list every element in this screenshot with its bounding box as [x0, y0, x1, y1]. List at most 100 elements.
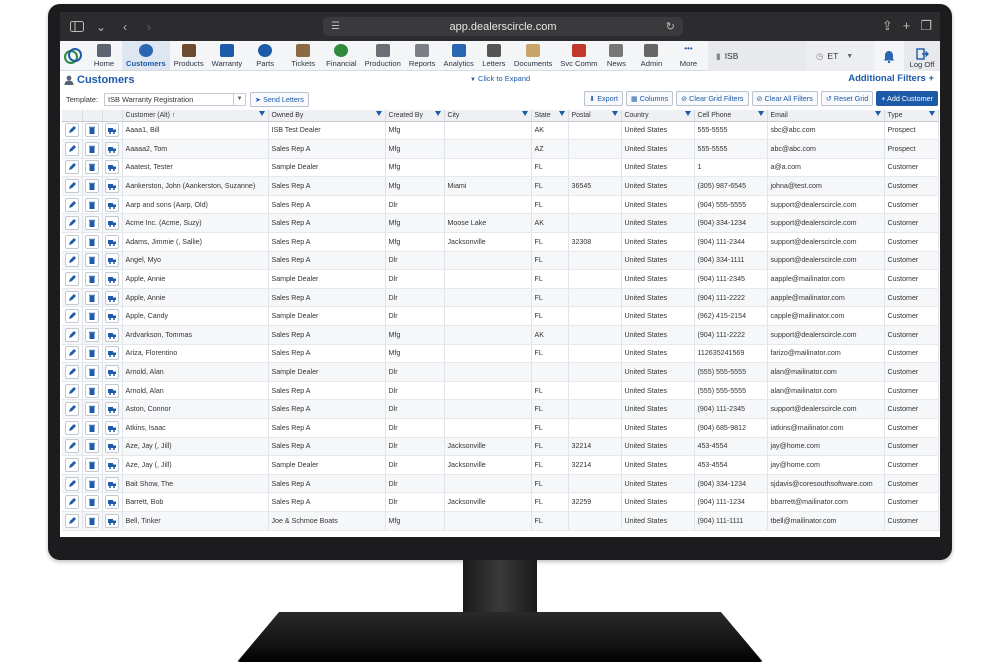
filter-icon[interactable]: [874, 111, 881, 116]
table-row[interactable]: Ariza, Florentino Sales Rep A Mfg FL United …: [62, 344, 939, 364]
edit-pencil-icon[interactable]: [64, 402, 79, 417]
delete-trash-icon[interactable]: [85, 290, 99, 305]
delete-trash-icon[interactable]: [85, 309, 99, 324]
delete-trash-icon[interactable]: [85, 234, 99, 249]
truck-icon[interactable]: [105, 476, 119, 491]
column-header[interactable]: Type: [884, 110, 939, 122]
table-row[interactable]: Arnold, Alan Sales Rep A Dlr FL United State…: [62, 381, 939, 401]
timezone-selector[interactable]: ◷ ET ▼: [806, 41, 874, 71]
truck-icon[interactable]: [105, 123, 119, 138]
add-customer-button[interactable]: + Add Customer: [876, 91, 938, 106]
table-row[interactable]: Apple, Annie Sample Dealer Dlr FL United Sta…: [62, 269, 939, 289]
back-icon[interactable]: ‹: [116, 18, 134, 36]
edit-pencil-icon[interactable]: [64, 309, 79, 324]
filter-icon[interactable]: [684, 111, 691, 116]
delete-trash-icon[interactable]: [85, 513, 99, 528]
truck-icon[interactable]: [105, 383, 119, 398]
template-select[interactable]: ISB Warranty Registration ▼: [104, 92, 247, 106]
edit-pencil-icon[interactable]: [64, 513, 79, 528]
edit-pencil-icon[interactable]: [64, 290, 79, 305]
truck-icon[interactable]: [105, 160, 119, 175]
column-header[interactable]: Country: [621, 110, 695, 122]
nav-item-warranty[interactable]: Warranty: [208, 41, 247, 70]
truck-icon[interactable]: [105, 290, 119, 305]
table-row[interactable]: Aaaaa2, Tom Sales Rep A Mfg AZ United States…: [62, 139, 939, 159]
delete-trash-icon[interactable]: [85, 179, 99, 194]
table-row[interactable]: Aarp and sons (Aarp, Old) Sales Rep A Dlr F…: [62, 195, 939, 215]
edit-pencil-icon[interactable]: [64, 160, 79, 175]
filter-icon[interactable]: [258, 111, 265, 116]
reset-grid-button[interactable]: ↺ Reset Grid: [820, 91, 874, 106]
org-selector[interactable]: ▮ ISB: [708, 41, 806, 71]
column-header[interactable]: Postal: [568, 110, 622, 122]
delete-trash-icon[interactable]: [85, 197, 99, 212]
filter-icon[interactable]: [558, 111, 565, 116]
truck-icon[interactable]: [105, 420, 119, 435]
table-row[interactable]: Arnold, Alan Sample Dealer Dlr United State…: [62, 362, 939, 382]
dealerscircle-logo-icon[interactable]: [60, 41, 86, 70]
truck-icon[interactable]: [105, 179, 119, 194]
truck-icon[interactable]: [105, 495, 119, 510]
truck-icon[interactable]: [105, 457, 119, 472]
sidebar-toggle-icon[interactable]: [68, 18, 86, 36]
edit-pencil-icon[interactable]: [64, 365, 79, 380]
nav-item-reports[interactable]: Reports: [405, 41, 440, 70]
truck-icon[interactable]: [105, 513, 119, 528]
edit-pencil-icon[interactable]: [64, 179, 79, 194]
delete-trash-icon[interactable]: [85, 216, 99, 231]
table-row[interactable]: Acme Inc. (Acme, Suzy) Sales Rep A Mfg Moos…: [62, 213, 939, 234]
url-bar[interactable]: ☰ app.dealerscircle.com ↻: [323, 17, 683, 36]
nav-item-customers[interactable]: Customers: [122, 41, 170, 70]
table-row[interactable]: Aaaa1, Bill ISB Test Dealer Mfg AK United St…: [62, 121, 939, 141]
truck-icon[interactable]: [105, 253, 119, 268]
table-row[interactable]: Apple, Annie Sales Rep A Dlr FL United State…: [62, 288, 939, 308]
truck-icon[interactable]: [105, 346, 119, 361]
edit-pencil-icon[interactable]: [64, 123, 79, 138]
table-row[interactable]: Barrett, Bob Sales Rep A Dlr Jacksonville FL…: [62, 492, 939, 512]
edit-pencil-icon[interactable]: [64, 420, 79, 435]
edit-pencil-icon[interactable]: [64, 346, 79, 361]
edit-pencil-icon[interactable]: [64, 383, 79, 398]
nav-item-products[interactable]: Products: [170, 41, 208, 70]
nav-item-letters[interactable]: Letters: [478, 41, 510, 70]
table-row[interactable]: Aaatest, Tester Sample Dealer Mfg FL United …: [62, 158, 939, 178]
table-row[interactable]: Apple, Candy Sample Dealer Dlr FL United Sta…: [62, 306, 939, 327]
filter-icon[interactable]: [928, 111, 935, 116]
truck-icon[interactable]: [105, 216, 119, 231]
filter-icon[interactable]: [375, 111, 382, 116]
edit-pencil-icon[interactable]: [64, 272, 79, 287]
edit-pencil-icon[interactable]: [64, 476, 79, 491]
delete-trash-icon[interactable]: [85, 495, 99, 510]
delete-trash-icon[interactable]: [85, 383, 99, 398]
truck-icon[interactable]: [105, 402, 119, 417]
delete-trash-icon[interactable]: [85, 457, 99, 472]
delete-trash-icon[interactable]: [85, 253, 99, 268]
nav-item-production[interactable]: Production: [361, 41, 405, 70]
column-header[interactable]: Email: [767, 110, 885, 122]
column-header[interactable]: Customer (Alt) ↑: [122, 110, 269, 122]
column-header[interactable]: Created By: [385, 110, 445, 122]
click-to-expand-link[interactable]: ▼ Click to Expand: [470, 74, 530, 83]
nav-item-financial[interactable]: Financial: [322, 41, 360, 70]
export-button[interactable]: ⬇ Export: [584, 91, 623, 106]
truck-icon[interactable]: [105, 272, 119, 287]
columns-button[interactable]: ▦ Columns: [625, 91, 674, 106]
edit-pencil-icon[interactable]: [64, 234, 79, 249]
delete-trash-icon[interactable]: [85, 272, 99, 287]
filter-icon[interactable]: [611, 111, 618, 116]
truck-icon[interactable]: [105, 365, 119, 380]
delete-trash-icon[interactable]: [85, 327, 99, 342]
page-menu-icon[interactable]: ☰: [331, 21, 340, 32]
filter-icon[interactable]: [434, 111, 441, 116]
truck-icon[interactable]: [105, 234, 119, 249]
filter-icon[interactable]: [521, 111, 528, 116]
table-row[interactable]: Angel, Myo Sales Rep A Dlr FL United States(…: [62, 251, 939, 271]
table-row[interactable]: Aze, Jay (, Jill) Sales Rep A Dlr Jacksonvi…: [62, 437, 939, 457]
truck-icon[interactable]: [105, 141, 119, 156]
table-row[interactable]: Bait Show, The Sales Rep A Dlr FL United Sta…: [62, 474, 939, 494]
edit-pencil-icon[interactable]: [64, 253, 79, 268]
additional-filters-link[interactable]: Additional Filters +: [848, 73, 934, 84]
delete-trash-icon[interactable]: [85, 160, 99, 175]
column-header[interactable]: City: [444, 110, 532, 122]
delete-trash-icon[interactable]: [85, 476, 99, 491]
